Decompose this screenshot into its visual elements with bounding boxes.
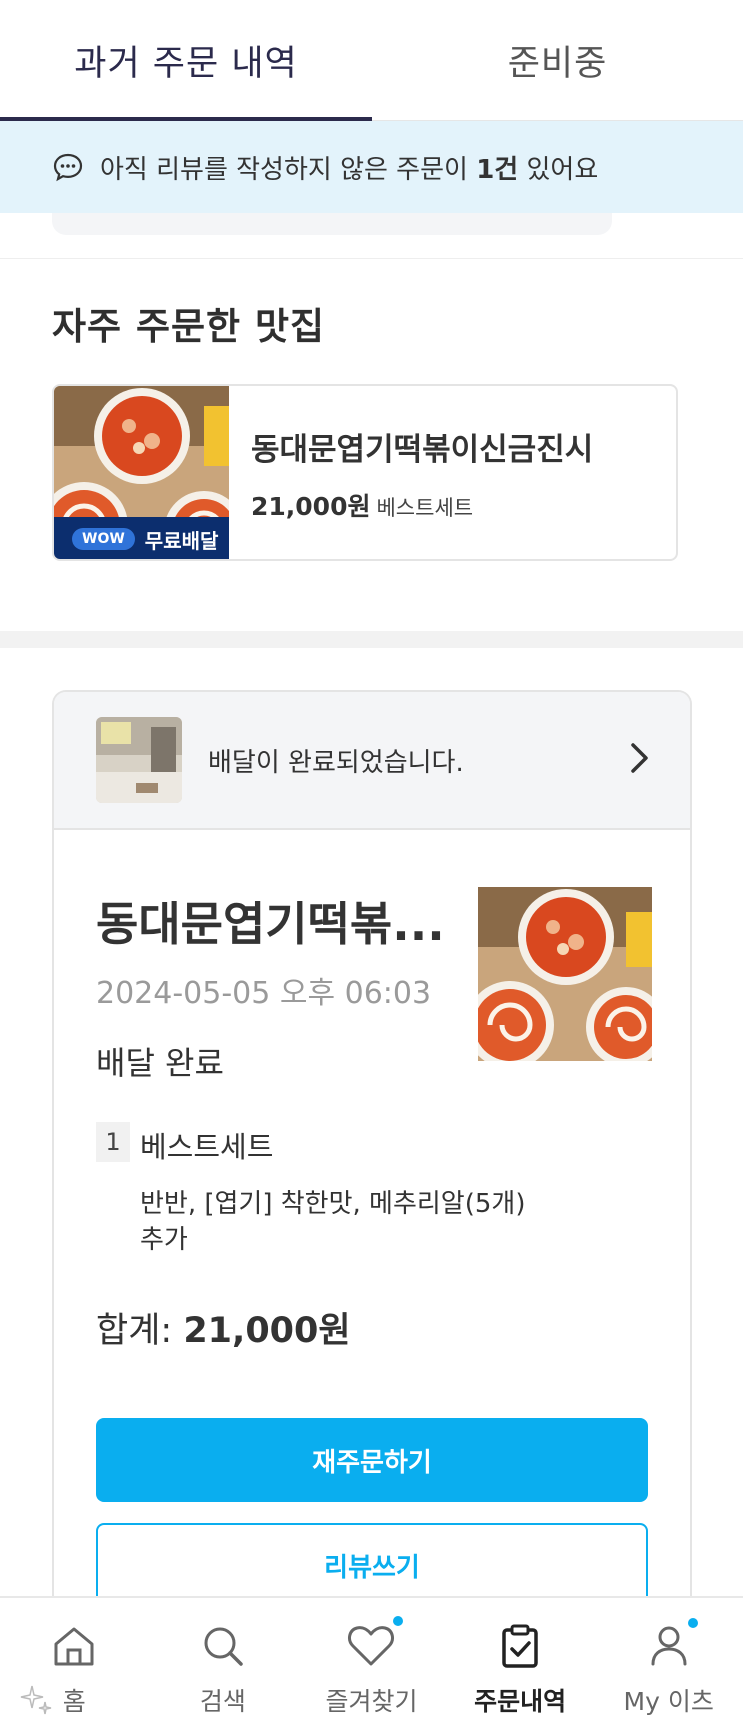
home-icon (50, 1622, 98, 1674)
clipboard-check-icon (496, 1622, 544, 1674)
item-name: 베스트세트 (140, 1130, 274, 1164)
order-card: 배달이 완료되었습니다. 동대문엽기떡볶... 2024-05-05 오후 06… (52, 690, 692, 1731)
divider (0, 258, 743, 259)
banner-text: 아직 리뷰를 작성하지 않은 주문이 1건 있어요 (100, 154, 599, 185)
store-thumbnail: WOW 무료배달 (54, 386, 229, 559)
nav-home-label: 홈 (62, 1687, 86, 1716)
section-separator (0, 631, 743, 648)
nav-my-eats[interactable]: My 이츠 (594, 1598, 743, 1731)
sparkle-icon (18, 1682, 54, 1722)
item-options: 반반, [엽기] 착한맛, 메추리알(5개) 추가 (140, 1189, 526, 1255)
heart-icon (346, 1622, 396, 1674)
favorites-title: 자주 주문한 맛집 (52, 305, 326, 348)
nav-favorites[interactable]: 즐겨찾기 (297, 1598, 446, 1731)
nav-favorites-label: 즐겨찾기 (325, 1687, 418, 1716)
nav-my-eats-label: My 이츠 (623, 1687, 714, 1716)
notification-dot (393, 1616, 404, 1626)
nav-search[interactable]: 검색 (149, 1598, 298, 1731)
item-quantity-badge: 1 (96, 1122, 130, 1162)
order-tabs: 과거 주문 내역 준비중 (0, 0, 743, 121)
reorder-button[interactable]: 재주문하기 (96, 1418, 648, 1502)
favorite-store-price: 21,000원 베스트세트 (251, 492, 474, 521)
chevron-right-icon (630, 742, 650, 778)
nav-orders[interactable]: 주문내역 (446, 1598, 595, 1731)
favorite-store-card[interactable]: WOW 무료배달 동대문엽기떡볶이신금진시 21,000원 베스트세트 (52, 384, 678, 561)
free-delivery-label: 무료배달 (144, 528, 219, 553)
tab-preparing[interactable]: 준비중 (372, 0, 743, 120)
chat-bubble-icon (52, 151, 84, 183)
nav-home[interactable]: 홈 (0, 1598, 149, 1731)
free-delivery-badge: WOW 무료배달 (54, 517, 229, 559)
bottom-navigation: 홈 검색 즐겨찾기 주문내역 My 이츠 (0, 1596, 743, 1731)
favorite-store-name: 동대문엽기떡볶이신금진시 (251, 432, 594, 468)
delivery-photo (96, 717, 182, 803)
review-reminder-banner[interactable]: 아직 리뷰를 작성하지 않은 주문이 1건 있어요 (0, 121, 743, 213)
tab-past-orders[interactable]: 과거 주문 내역 (0, 0, 372, 121)
order-date: 2024-05-05 오후 06:03 (96, 976, 432, 1011)
carousel-card-edge (52, 213, 612, 235)
delivery-status-header[interactable]: 배달이 완료되었습니다. (54, 692, 690, 830)
order-total: 합계: 21,000원 (96, 1311, 351, 1351)
nav-orders-label: 주문내역 (474, 1687, 567, 1716)
delivery-status-message: 배달이 완료되었습니다. (208, 747, 464, 778)
order-store-thumbnail (466, 887, 666, 1069)
search-icon (199, 1622, 247, 1674)
order-status: 배달 완료 (96, 1044, 224, 1082)
nav-search-label: 검색 (199, 1687, 246, 1716)
person-icon (645, 1622, 693, 1674)
wow-badge: WOW (72, 528, 135, 550)
favorite-store-menu: 베스트세트 (376, 496, 474, 520)
write-review-button[interactable]: 리뷰쓰기 (96, 1523, 648, 1607)
notification-dot (688, 1618, 699, 1628)
order-store-name[interactable]: 동대문엽기떡볶... (96, 888, 476, 954)
